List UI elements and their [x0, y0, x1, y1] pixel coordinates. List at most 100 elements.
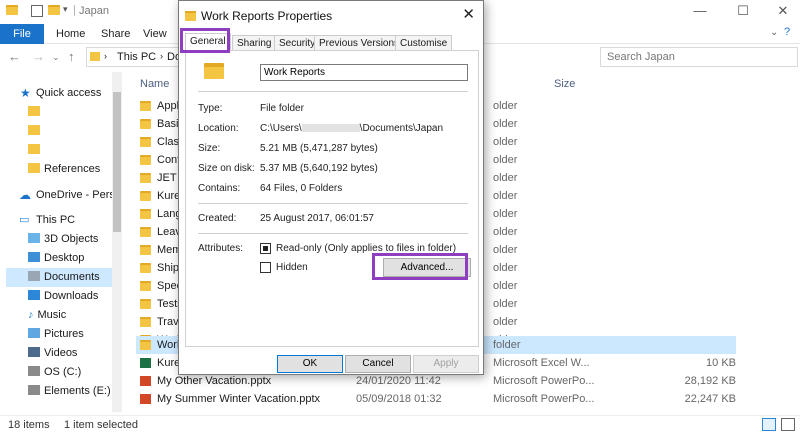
tab-view[interactable]: View [143, 24, 167, 44]
nav-pinned-item[interactable] [6, 122, 118, 141]
details-view-icon[interactable] [762, 418, 776, 431]
redacted-username [301, 124, 360, 132]
search-input[interactable]: Search Japan [600, 47, 798, 67]
back-arrow-icon[interactable]: ← [8, 49, 21, 64]
folder-icon [140, 340, 151, 350]
folder-icon [140, 173, 151, 183]
nav-onedrive[interactable]: ☁ OneDrive - Persor [6, 186, 118, 205]
size-on-disk-label: Size on disk: [198, 163, 255, 174]
column-header-size[interactable]: Size [554, 78, 575, 90]
advanced-button[interactable]: Advanced... [383, 258, 471, 277]
nav-music[interactable]: ♪ Music [6, 306, 118, 325]
nav-os-c[interactable]: OS (C:) [6, 363, 118, 382]
recent-chevron-icon[interactable]: ⌄ [52, 52, 60, 63]
created-value: 25 August 2017, 06:01:57 [260, 213, 374, 224]
size-label: Size: [198, 143, 221, 154]
window-title: Japan [79, 5, 109, 17]
folder-icon [140, 119, 151, 129]
contains-value: 64 Files, 0 Folders [260, 183, 343, 194]
customize-toolbar-icon[interactable]: ▾ [63, 4, 68, 15]
divider [198, 233, 468, 234]
folder-icon [140, 263, 151, 273]
minimize-icon[interactable]: — [690, 3, 710, 18]
tab-share[interactable]: Share [101, 24, 130, 44]
powerpoint-file-icon [140, 376, 151, 386]
size-on-disk-value: 5.37 MB (5,640,192 bytes) [260, 163, 378, 174]
chevron-down-icon[interactable]: ⌄ [770, 27, 778, 38]
cancel-button[interactable]: Cancel [345, 355, 411, 373]
read-only-checkbox[interactable] [260, 243, 271, 254]
folder-icon [140, 101, 151, 111]
nav-documents[interactable]: Documents [6, 268, 118, 287]
item-count: 18 items [8, 419, 50, 431]
tab-sharing[interactable]: Sharing [232, 35, 277, 51]
nav-this-pc[interactable]: ▭ This PC [6, 211, 118, 230]
apply-button[interactable]: Apply [413, 355, 479, 373]
nav-downloads[interactable]: Downloads [6, 287, 118, 306]
tab-general[interactable]: General [185, 33, 231, 51]
close-icon[interactable]: ✕ [462, 5, 475, 23]
folder-icon [28, 106, 40, 116]
folder-icon [28, 144, 40, 154]
folder-icon [28, 125, 40, 135]
help-icon[interactable]: ? [784, 26, 790, 38]
selection-count: 1 item selected [64, 419, 138, 431]
ok-button[interactable]: OK [277, 355, 343, 373]
divider [198, 91, 468, 92]
cloud-icon: ☁ [19, 188, 31, 202]
nav-videos[interactable]: Videos [6, 344, 118, 363]
nav-pictures[interactable]: Pictures [6, 325, 118, 344]
nav-pinned-item[interactable] [6, 103, 118, 122]
tab-previous-versions[interactable]: Previous Versions [314, 35, 405, 51]
hidden-checkbox[interactable] [260, 262, 271, 273]
location-value: C:\Users\ \Documents\Japan [260, 123, 444, 134]
folder-icon [6, 5, 18, 15]
powerpoint-file-icon [140, 394, 151, 404]
nav-scrollbar[interactable] [112, 72, 122, 412]
forward-arrow-icon[interactable]: → [32, 49, 45, 64]
new-folder-quick-icon[interactable] [48, 5, 60, 15]
tab-home[interactable]: Home [56, 24, 85, 44]
large-icons-view-icon[interactable] [781, 418, 795, 431]
address-bar[interactable]: › This PC › Do [86, 47, 181, 67]
folder-icon [140, 137, 151, 147]
read-only-label: Read-only (Only applies to files in fold… [276, 243, 457, 254]
cube-icon [28, 233, 40, 243]
title-separator: | [73, 4, 76, 16]
tab-customise[interactable]: Customise [395, 35, 453, 51]
file-row[interactable]: My Summer Winter Vacation.pptx 05/09/2018… [136, 390, 736, 408]
star-icon: ★ [20, 86, 31, 100]
properties-quick-icon[interactable] [31, 5, 43, 17]
folder-icon [90, 52, 100, 61]
status-bar: 18 items 1 item selected [0, 415, 800, 433]
up-arrow-icon[interactable]: ↑ [68, 49, 75, 64]
breadcrumb-this-pc[interactable]: This PC [117, 51, 156, 63]
nav-3d-objects[interactable]: 3D Objects [6, 230, 118, 249]
nav-pinned-item[interactable] [6, 141, 118, 160]
videos-icon [28, 347, 40, 357]
nav-references[interactable]: References [6, 160, 118, 179]
folder-icon [28, 163, 40, 173]
folder-icon [204, 63, 224, 79]
scrollbar-thumb[interactable] [113, 92, 121, 232]
folder-icon [140, 299, 151, 309]
size-value: 5.21 MB (5,471,287 bytes) [260, 143, 378, 154]
download-icon [28, 290, 40, 300]
nav-quick-access[interactable]: ★ Quick access [6, 84, 118, 103]
nav-elements-e[interactable]: Elements (E:) [6, 382, 118, 401]
computer-icon: ▭ [19, 214, 30, 226]
music-icon: ♪ [28, 309, 34, 321]
location-label: Location: [198, 123, 239, 134]
folder-name-input[interactable] [260, 64, 468, 81]
tab-file[interactable]: File [0, 24, 44, 44]
close-icon[interactable]: ✕ [773, 3, 793, 19]
documents-icon [28, 271, 40, 281]
chevron-right-icon: › [160, 51, 163, 61]
nav-desktop[interactable]: Desktop [6, 249, 118, 268]
maximize-icon[interactable]: ☐ [733, 3, 753, 19]
folder-icon [140, 155, 151, 165]
chevron-right-icon: › [104, 51, 107, 61]
drive-icon [28, 366, 40, 376]
column-header-name[interactable]: Name [140, 78, 169, 90]
folder-icon [140, 317, 151, 327]
